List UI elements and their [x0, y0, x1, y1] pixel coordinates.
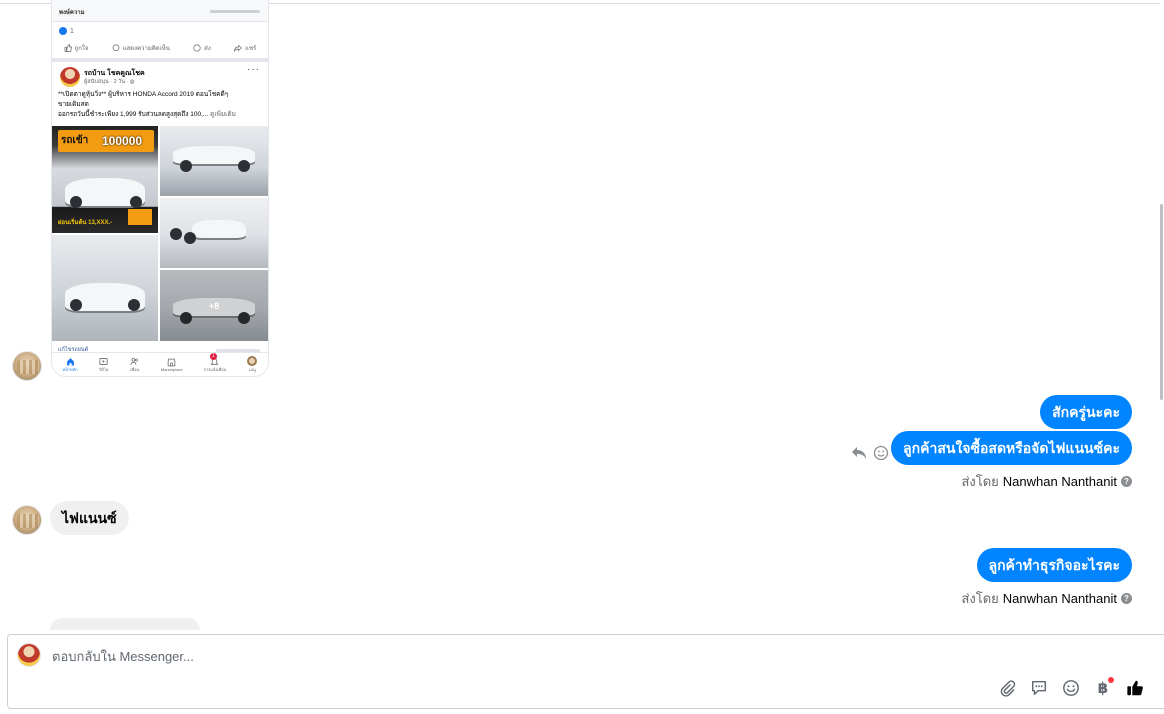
customer-avatar[interactable]	[12, 505, 42, 535]
like-reaction-icon	[59, 27, 67, 35]
reply-icon[interactable]	[851, 446, 867, 460]
nav-home: หน้าหลัก	[63, 356, 78, 373]
friends-icon	[130, 357, 139, 365]
like-icon[interactable]	[1126, 679, 1144, 697]
share-action: แชร์	[234, 43, 256, 53]
photo-grid: รถเข้า 100000 ผ่อนเริ่มต้น 13,XXX.- +8	[52, 126, 268, 341]
shared-screenshot-attachment[interactable]: พงษ์ความ 1 ถูกใจ แสดงความคิดเห็น ส่ง แชร…	[52, 0, 268, 376]
profile-icon	[247, 356, 258, 366]
nav-friends: เพื่อน	[130, 356, 140, 373]
marketplace-icon	[167, 358, 176, 366]
help-icon[interactable]: ?	[1121, 593, 1132, 604]
comment-icon	[112, 44, 120, 52]
notification-badge: 1	[209, 353, 217, 360]
post-meta: ผู้สนับสนุน · 2 วัน · ◍	[84, 79, 135, 85]
car-photo	[160, 198, 268, 268]
share-icon	[234, 44, 243, 52]
page-avatar	[60, 67, 80, 87]
scrollbar[interactable]	[1158, 4, 1164, 630]
sender-name: Nanwhan Nanthanit	[1002, 474, 1117, 489]
sender-name: Nanwhan Nanthanit	[1002, 591, 1117, 606]
nav-notifications: 1 การแจ้งเตือน	[203, 353, 227, 372]
comment-action: แสดงความคิดเห็น	[112, 43, 170, 53]
message-actions	[851, 445, 889, 461]
video-icon	[99, 357, 108, 365]
attach-icon[interactable]	[998, 679, 1016, 697]
messenger-conversation: พงษ์ความ 1 ถูกใจ แสดงความคิดเห็น ส่ง แชร…	[0, 0, 1164, 714]
outgoing-message[interactable]: ลูกค้าทำธุรกิจอะไรคะ	[976, 548, 1132, 582]
home-icon	[66, 357, 74, 365]
nav-marketplace: Marketplace	[161, 357, 183, 372]
previous-post-title: พงษ์ความ	[59, 10, 85, 16]
sent-by-label: ส่งโดย Nanwhan Nanthanit?	[961, 471, 1132, 492]
facebook-bottom-nav: หน้าหลัก วิดีโอ เพื่อน Marketplace 1 การ…	[52, 352, 268, 376]
scrollbar-thumb[interactable]	[1160, 204, 1163, 400]
messenger-icon	[193, 44, 201, 52]
composer-toolbar: ฿	[998, 677, 1144, 697]
customer-avatar[interactable]	[12, 351, 42, 381]
nav-menu: เมนู	[247, 356, 258, 373]
incoming-message[interactable]: ไฟแนนซ์	[50, 501, 129, 535]
thumbs-up-icon	[64, 44, 72, 52]
incoming-message-partial	[50, 618, 200, 630]
car-photo: +8	[160, 270, 268, 341]
reply-input[interactable]	[52, 649, 852, 664]
more-photos-count: +8	[160, 270, 268, 341]
post-text: **เปิดตาดูหุ้นวิ่ง** ผู้บริหาร HONDA Acc…	[58, 91, 236, 118]
like-action: ถูกใจ	[64, 43, 88, 53]
help-icon[interactable]: ?	[1121, 476, 1132, 487]
send-action: ส่ง	[193, 43, 211, 53]
reply-composer: ฿	[7, 634, 1164, 709]
sent-by-label: ส่งโดย Nanwhan Nanthanit?	[961, 588, 1132, 609]
post-actions: ถูกใจ แสดงความคิดเห็น ส่ง แชร์	[52, 40, 268, 56]
baht-payment-icon[interactable]: ฿	[1094, 677, 1114, 697]
globe-icon: ◍	[129, 79, 135, 85]
more-options-icon: ···	[247, 64, 260, 75]
car-photo	[160, 126, 268, 196]
emoji-icon[interactable]	[1062, 679, 1080, 697]
react-emoji-icon[interactable]	[873, 445, 889, 461]
notification-dot	[1108, 677, 1114, 683]
page-avatar	[17, 643, 41, 667]
outgoing-message[interactable]: ลูกค้าสนใจซื้อสดหรือจัดไฟแนนซ์คะ	[891, 431, 1132, 465]
saved-replies-icon[interactable]	[1030, 679, 1048, 697]
outgoing-message[interactable]: สักครู่นะคะ	[1040, 395, 1132, 429]
promo-photo: รถเข้า 100000 ผ่อนเริ่มต้น 13,XXX.-	[52, 126, 158, 233]
car-photo	[52, 235, 158, 341]
nav-video: วิดีโอ	[99, 356, 109, 373]
previous-post-bar: พงษ์ความ	[52, 0, 268, 22]
like-count: 1	[59, 27, 74, 35]
